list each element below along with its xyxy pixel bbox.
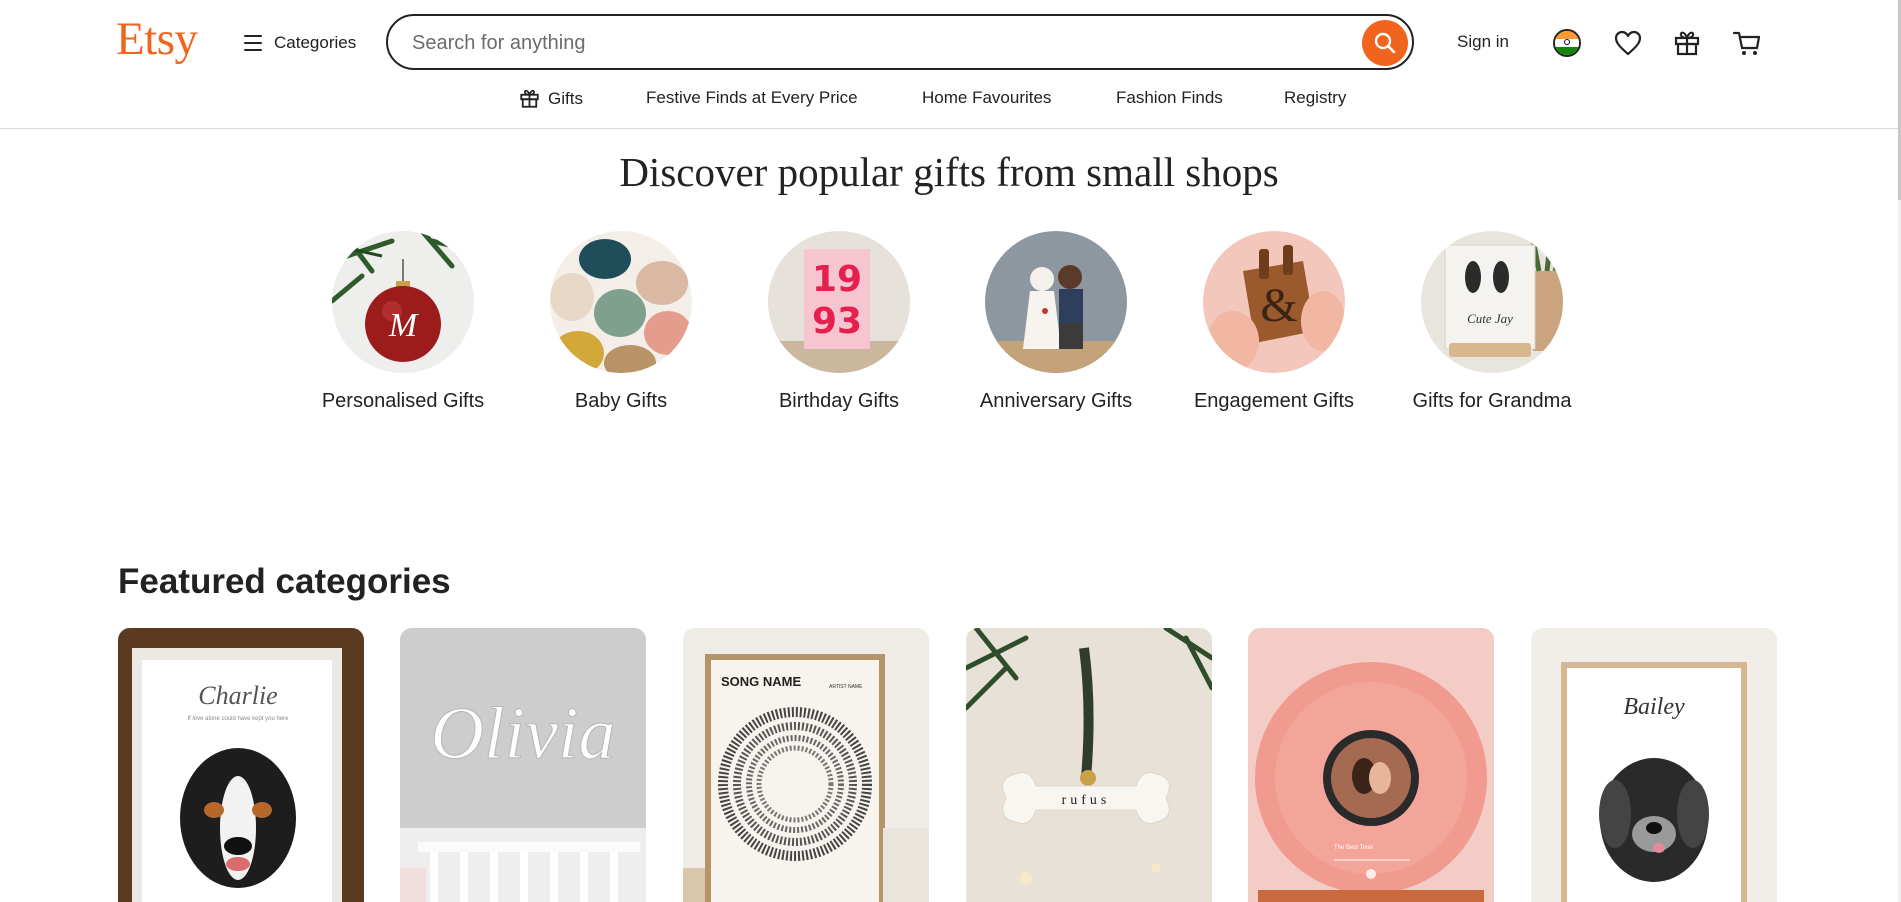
- search-bar: [386, 14, 1414, 70]
- svg-text:&: &: [1260, 279, 1297, 332]
- engagement-gifts-image: &: [1203, 231, 1345, 373]
- gift-icon: [520, 89, 539, 108]
- sub-navigation: Gifts Festive Finds at Every Price Home …: [0, 88, 1898, 112]
- card-artist-text: ARTIST NAME: [829, 684, 863, 690]
- etsy-logo[interactable]: Etsy: [116, 12, 198, 66]
- poster-text-bottom: 93: [812, 301, 862, 342]
- featured-card-pet-ornament[interactable]: rufus: [966, 628, 1212, 902]
- birthday-gifts-image: 19 93: [768, 231, 910, 373]
- discover-title: Discover popular gifts from small shops: [619, 149, 1279, 195]
- subnav-gifts-label: Gifts: [548, 88, 583, 108]
- gift-category-anniversary[interactable]: Anniversary Gifts: [956, 231, 1156, 414]
- frame-text: Cute Jay: [1467, 311, 1513, 326]
- gift-icon: [1674, 31, 1700, 56]
- categories-label: Categories: [274, 33, 357, 52]
- gift-category-label: Anniversary Gifts: [979, 390, 1133, 412]
- featured-card-song-poster[interactable]: SONG NAME ARTIST NAME: [683, 628, 929, 902]
- cart-icon: [1732, 31, 1761, 55]
- subnav-festive-finds[interactable]: Festive Finds at Every Price: [646, 88, 858, 108]
- gift-category-personalised[interactable]: M Personalised Gifts: [303, 231, 503, 414]
- gift-category-engagement[interactable]: & Engagement Gifts: [1174, 231, 1374, 414]
- featured-card-name-sign[interactable]: Olivia: [400, 628, 646, 902]
- sign-in-link[interactable]: Sign in: [1457, 32, 1509, 52]
- ornament-text: M: [388, 307, 419, 344]
- gift-category-label: Baby Gifts: [574, 390, 668, 412]
- featured-card-music-plaque[interactable]: The Best Time: [1248, 628, 1494, 902]
- gift-category-label: Engagement Gifts: [1193, 390, 1355, 412]
- card-name-text: Olivia: [431, 693, 616, 775]
- card-name-text: SONG NAME: [721, 674, 802, 689]
- subnav-registry[interactable]: Registry: [1284, 88, 1346, 108]
- heart-icon: [1614, 30, 1642, 56]
- gift-mode-button[interactable]: [1670, 26, 1704, 60]
- featured-card-pet-sketch[interactable]: Bailey: [1531, 628, 1777, 902]
- gift-category-baby[interactable]: Baby Gifts: [521, 231, 721, 414]
- anniversary-gifts-image: [985, 231, 1127, 373]
- gifts-for-grandma-image: Cute Jay: [1421, 231, 1563, 373]
- gift-category-label: Personalised Gifts: [321, 390, 485, 412]
- card-name-text: The Best Time: [1334, 845, 1373, 851]
- search-input[interactable]: [410, 16, 1314, 70]
- favorites-button[interactable]: [1611, 26, 1645, 60]
- featured-card-pet-portrait[interactable]: Charlie If love alone could have kept yo…: [118, 628, 364, 902]
- card-name-text: Charlie: [198, 681, 277, 710]
- subnav-fashion-finds[interactable]: Fashion Finds: [1116, 88, 1223, 108]
- site-header: Etsy Categories Sign in: [0, 0, 1898, 129]
- personalised-gifts-image: M: [332, 231, 474, 373]
- cart-button[interactable]: [1730, 26, 1764, 60]
- subnav-home-favourites[interactable]: Home Favourites: [922, 88, 1051, 108]
- gift-category-birthday[interactable]: 19 93 Birthday Gifts: [739, 231, 939, 414]
- search-icon: [1374, 32, 1396, 54]
- poster-text-top: 19: [812, 259, 862, 300]
- search-button[interactable]: [1362, 20, 1408, 66]
- baby-gifts-image: [550, 231, 692, 373]
- gift-category-label: Birthday Gifts: [778, 390, 900, 412]
- gift-category-grandma[interactable]: Cute Jay Gifts for Grandma: [1392, 231, 1592, 414]
- featured-categories-title: Featured categories: [118, 562, 451, 601]
- subnav-gifts[interactable]: Gifts: [519, 88, 583, 109]
- card-name-text: Bailey: [1623, 694, 1685, 720]
- india-flag-icon: [1553, 29, 1581, 57]
- card-name-text: rufus: [1062, 793, 1111, 808]
- categories-button[interactable]: Categories: [244, 29, 356, 57]
- gift-category-label: Gifts for Grandma: [1412, 390, 1572, 412]
- card-caption-text: If love alone could have kept you here: [187, 716, 289, 722]
- region-button[interactable]: [1550, 26, 1584, 60]
- hamburger-icon: [244, 35, 262, 51]
